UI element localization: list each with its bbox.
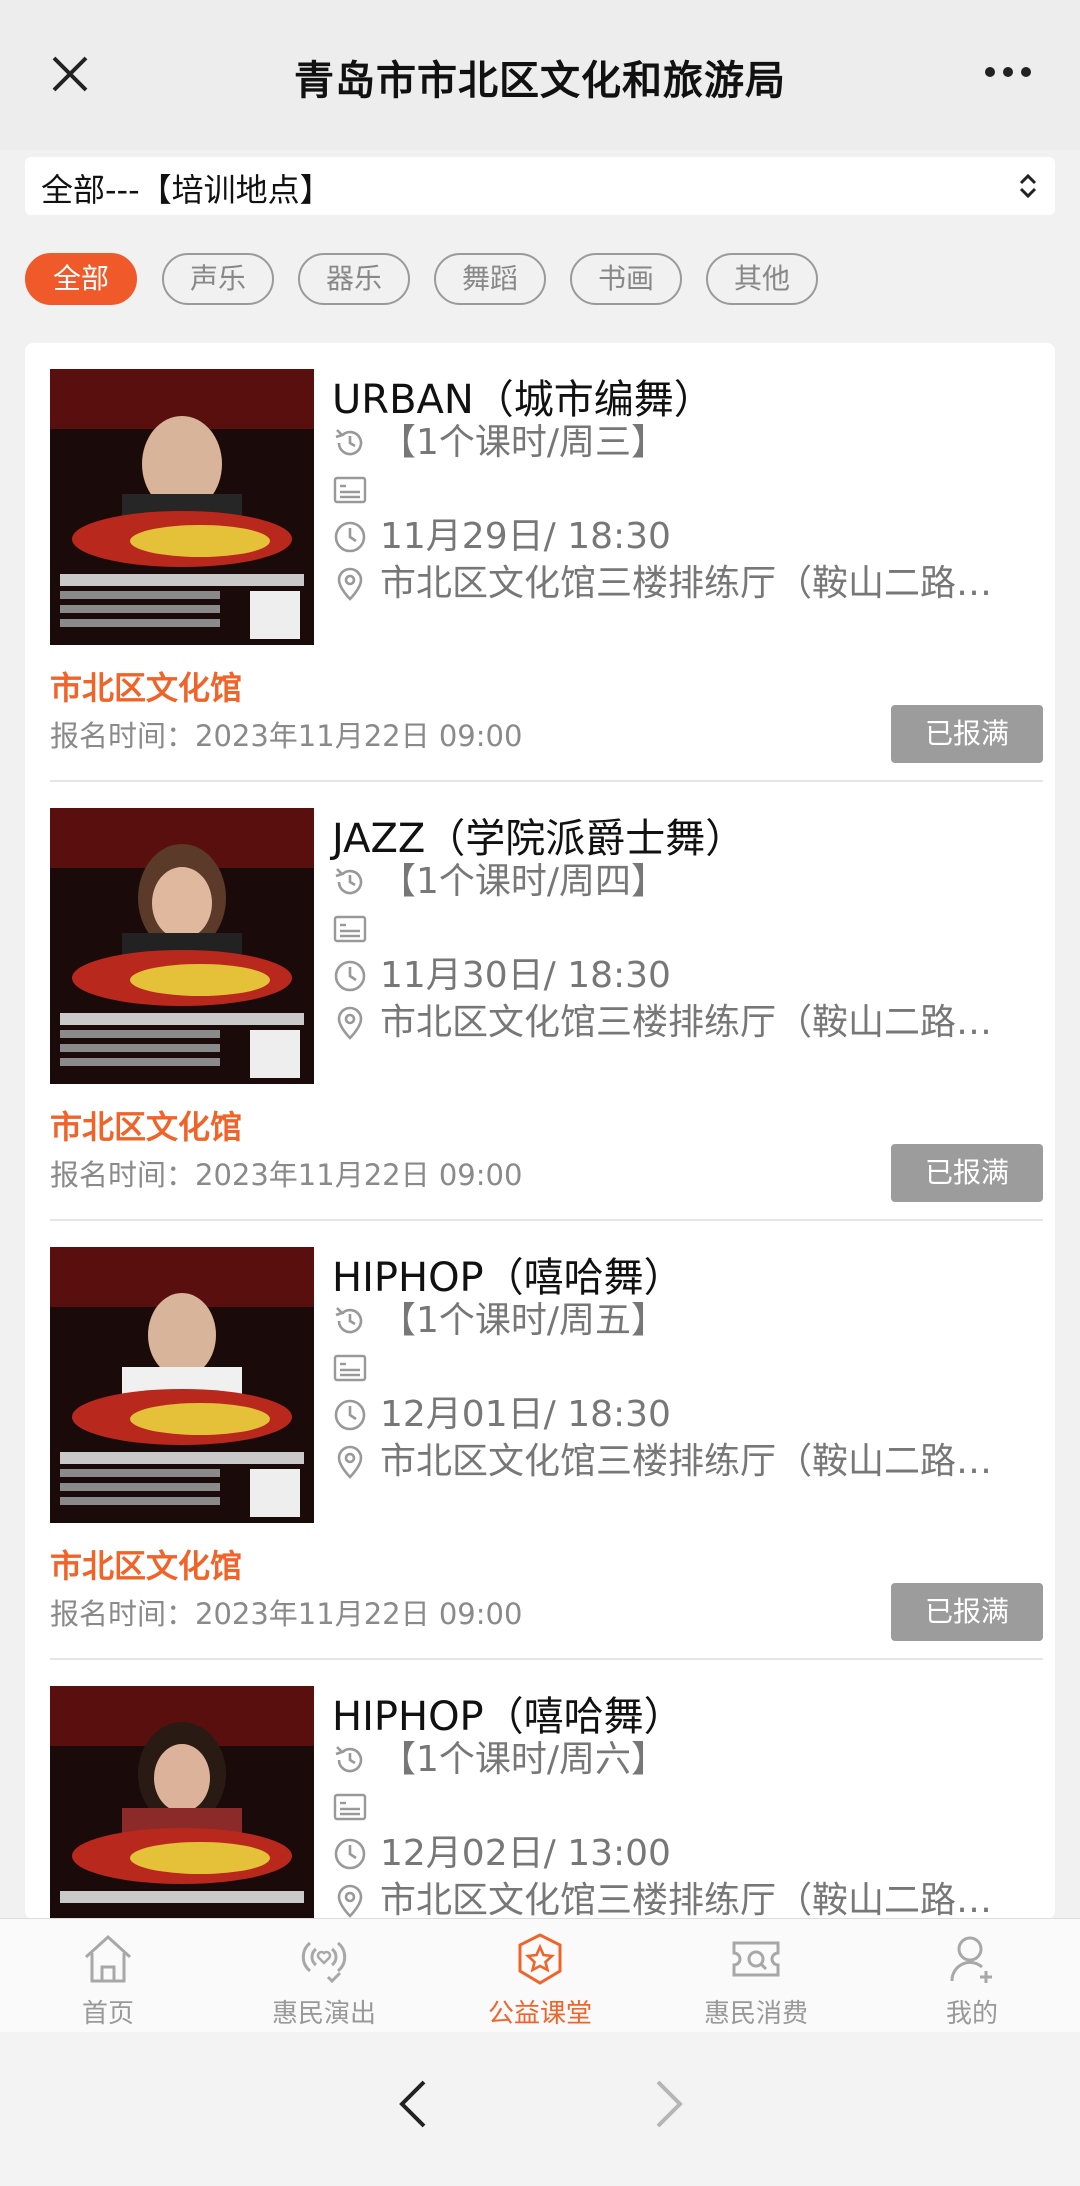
- browser-nav-bar: [0, 2032, 1080, 2186]
- course-datetime: 12月01日/ 18:30: [380, 1394, 671, 1435]
- course-datetime: 12月02日/ 13:00: [380, 1833, 671, 1874]
- user-icon: [950, 1936, 992, 1983]
- category-pill-vocal[interactable]: 声乐: [162, 253, 274, 305]
- registration-full-button[interactable]: 已报满: [891, 705, 1043, 763]
- registration-time: 报名时间：2023年11月22日 09:00: [50, 1158, 523, 1192]
- course-schedule: 【1个课时/周四】: [380, 861, 668, 902]
- course-schedule: 【1个课时/周三】: [380, 422, 668, 463]
- forward-arrow-icon[interactable]: [646, 2078, 690, 2130]
- tab-home[interactable]: 首页: [0, 1919, 216, 2033]
- history-clock-icon: [335, 1307, 363, 1334]
- course-poster-image: [50, 808, 314, 1084]
- clock-icon: [334, 521, 366, 553]
- category-pill-dance[interactable]: 舞蹈: [434, 253, 546, 305]
- category-pill-other[interactable]: 其他: [706, 253, 818, 305]
- performance-icon: [301, 1941, 347, 1984]
- tab-profile-label: 我的: [945, 1999, 998, 2029]
- course-item[interactable]: HIPHOP（嘻哈舞） 【1个课时/周六】 12月02日/ 13:00 市北区文…: [25, 1660, 1055, 1919]
- tab-public-class-label: 公益课堂: [487, 1999, 592, 2029]
- course-datetime: 11月30日/ 18:30: [380, 955, 671, 996]
- course-title: HIPHOP（嘻哈舞）: [332, 1255, 684, 1301]
- course-poster-image: [50, 1247, 314, 1523]
- tab-performance[interactable]: 惠民演出: [216, 1919, 432, 2033]
- location-pin-icon: [337, 567, 363, 601]
- id-card-icon: [333, 476, 367, 504]
- registration-time: 报名时间：2023年11月22日 09:00: [50, 719, 523, 753]
- history-clock-icon: [335, 429, 363, 456]
- registration-time: 报名时间：2023年11月22日 09:00: [50, 1597, 523, 1631]
- history-clock-icon: [335, 1746, 363, 1773]
- bottom-tab-bar: 首页 惠民演出 公益课堂 惠民消费 我的: [0, 1918, 1080, 2032]
- course-venue: 市北区文化馆: [50, 1108, 243, 1146]
- course-schedule: 【1个课时/周六】: [380, 1739, 668, 1780]
- home-icon: [84, 1934, 132, 1983]
- id-card-icon: [333, 1354, 367, 1382]
- course-poster-image: [50, 1686, 314, 1919]
- class-star-icon: [518, 1933, 562, 1985]
- category-pill-all[interactable]: 全部: [25, 253, 137, 305]
- course-location: 市北区文化馆三楼排练厅（鞍山二路…: [380, 563, 993, 604]
- clock-icon: [334, 1838, 366, 1870]
- category-filter: 全部 声乐 器乐 舞蹈 书画 其他: [25, 253, 1065, 305]
- tab-profile[interactable]: 我的: [864, 1919, 1080, 2033]
- location-pin-icon: [337, 1884, 363, 1918]
- registration-full-button[interactable]: 已报满: [891, 1583, 1043, 1641]
- course-item[interactable]: URBAN（城市编舞） 【1个课时/周三】 11月29日/ 18:30 市北区文…: [25, 343, 1055, 782]
- course-venue: 市北区文化馆: [50, 669, 243, 707]
- back-arrow-icon[interactable]: [392, 2078, 436, 2130]
- tab-performance-label: 惠民演出: [271, 1999, 376, 2029]
- category-pill-instrument[interactable]: 器乐: [298, 253, 410, 305]
- course-list: URBAN（城市编舞） 【1个课时/周三】 11月29日/ 18:30 市北区文…: [25, 343, 1055, 1919]
- course-title: HIPHOP（嘻哈舞）: [332, 1694, 684, 1740]
- course-poster-image: [50, 369, 314, 645]
- course-datetime: 11月29日/ 18:30: [380, 516, 671, 557]
- course-location: 市北区文化馆三楼排练厅（鞍山二路…: [380, 1441, 993, 1482]
- tab-public-class[interactable]: 公益课堂: [432, 1919, 648, 2033]
- coupon-icon: [732, 1941, 780, 1977]
- tab-home-label: 首页: [81, 1999, 134, 2029]
- location-filter-label: 全部---【培训地点】: [41, 171, 332, 209]
- more-options-icon[interactable]: [982, 60, 1034, 84]
- location-filter-select[interactable]: 全部---【培训地点】: [25, 157, 1055, 215]
- course-schedule: 【1个课时/周五】: [380, 1300, 668, 1341]
- clock-icon: [334, 960, 366, 992]
- category-pill-calligraphy[interactable]: 书画: [570, 253, 682, 305]
- course-venue: 市北区文化馆: [50, 1547, 243, 1585]
- select-arrows-icon: [1019, 173, 1037, 199]
- id-card-icon: [333, 915, 367, 943]
- course-location: 市北区文化馆三楼排练厅（鞍山二路…: [380, 1880, 993, 1919]
- course-title: URBAN（城市编舞）: [332, 377, 714, 423]
- course-item[interactable]: HIPHOP（嘻哈舞） 【1个课时/周五】 12月01日/ 18:30 市北区文…: [25, 1221, 1055, 1660]
- top-bar: 青岛市市北区文化和旅游局: [0, 0, 1080, 150]
- course-location: 市北区文化馆三楼排练厅（鞍山二路…: [380, 1002, 993, 1043]
- clock-icon: [334, 1399, 366, 1431]
- course-item[interactable]: JAZZ（学院派爵士舞） 【1个课时/周四】 11月30日/ 18:30 市北区…: [25, 782, 1055, 1221]
- tab-consumption[interactable]: 惠民消费: [648, 1919, 864, 2033]
- registration-full-button[interactable]: 已报满: [891, 1144, 1043, 1202]
- id-card-icon: [333, 1793, 367, 1821]
- location-pin-icon: [337, 1445, 363, 1479]
- history-clock-icon: [335, 868, 363, 895]
- page-title: 青岛市市北区文化和旅游局: [294, 58, 786, 104]
- tab-consumption-label: 惠民消费: [703, 1999, 808, 2029]
- location-pin-icon: [337, 1006, 363, 1040]
- course-title: JAZZ（学院派爵士舞）: [332, 816, 746, 862]
